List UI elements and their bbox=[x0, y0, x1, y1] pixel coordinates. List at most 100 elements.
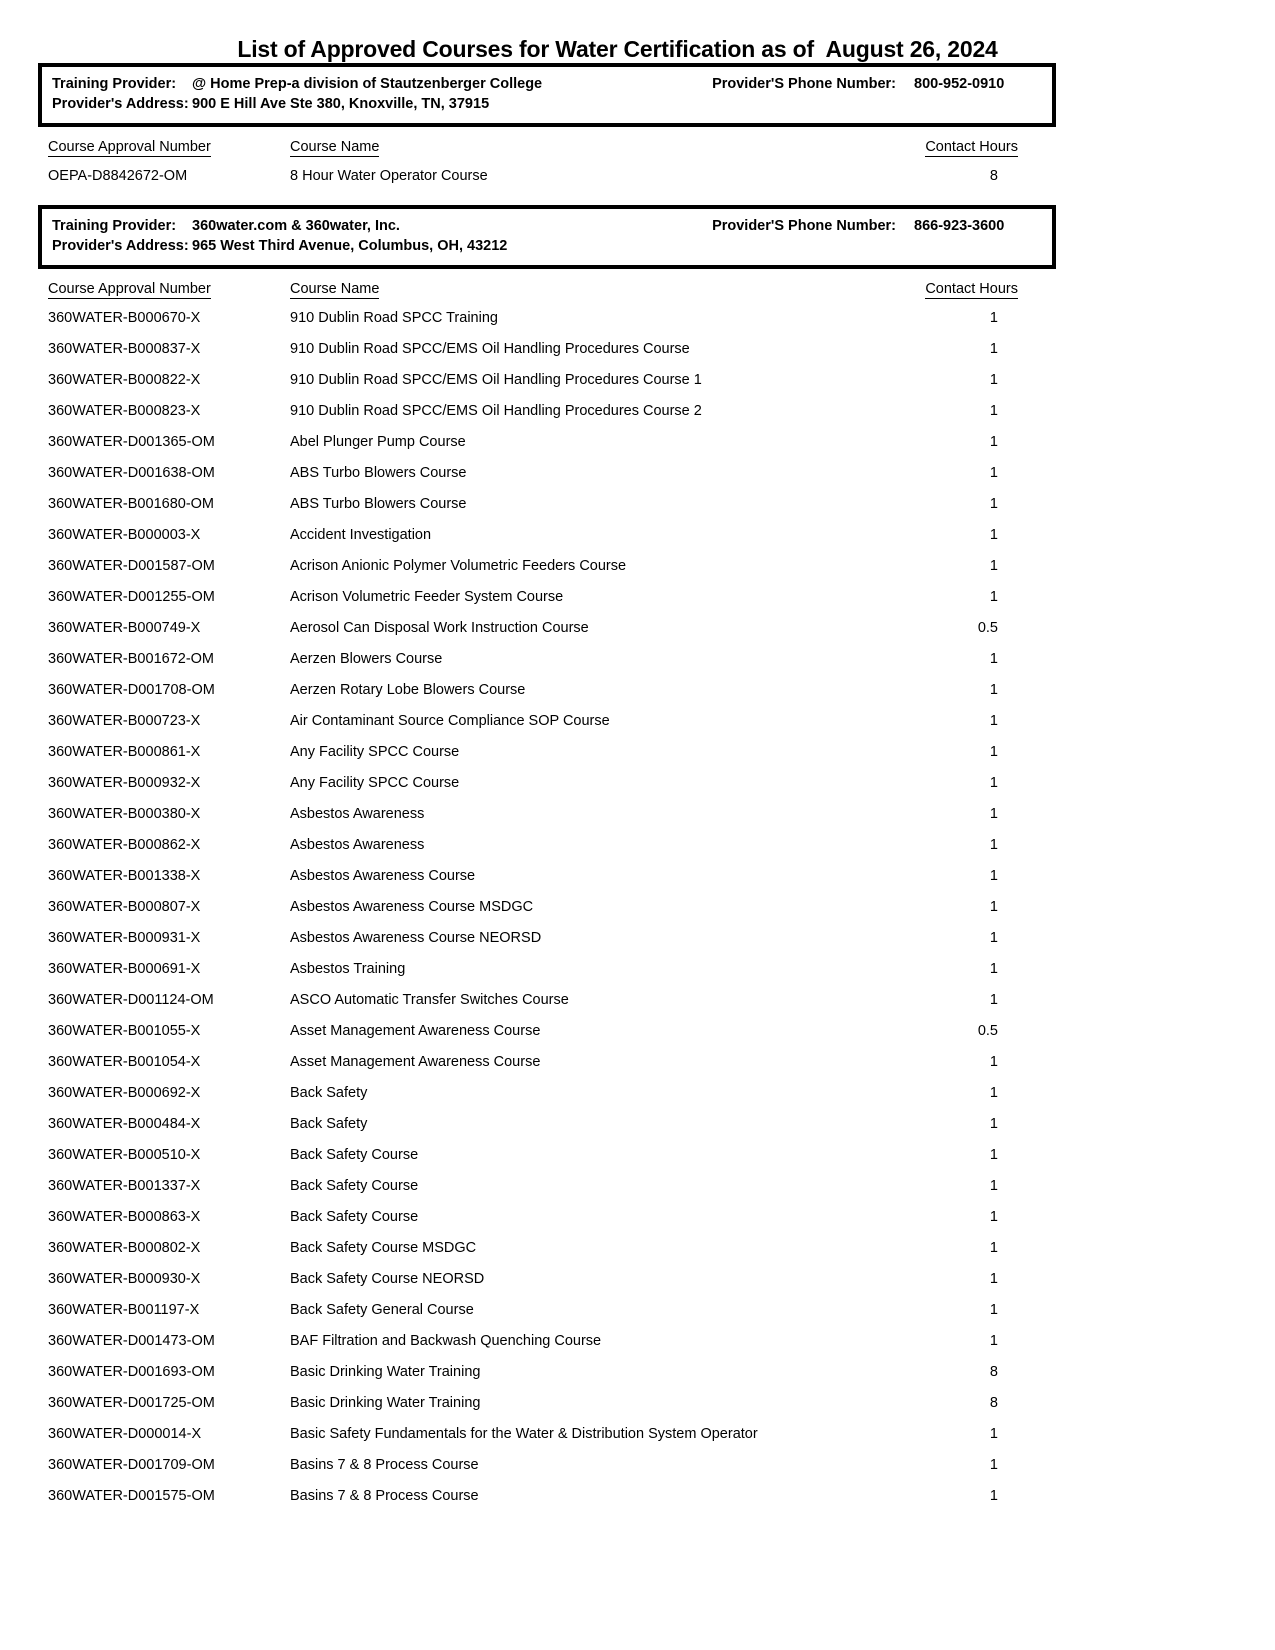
cell-approval-number: 360WATER-D001575-OM bbox=[48, 1487, 215, 1504]
cell-contact-hours: 8 bbox=[989, 167, 998, 184]
table-row: 360WATER-B000802-X Back Safety Course MSD… bbox=[38, 1232, 1056, 1263]
cell-course-name: Back Safety Course bbox=[290, 1208, 419, 1225]
table-row: 360WATER-B000863-X Back Safety Course 1 bbox=[38, 1201, 1056, 1232]
cell-contact-hours: 0.5 bbox=[977, 619, 998, 636]
cell-approval-number: 360WATER-B001672-OM bbox=[48, 650, 215, 667]
table-row: 360WATER-B000807-X Asbestos Awareness Cou… bbox=[38, 891, 1056, 922]
page-title-text: List of Approved Courses for Water Certi… bbox=[237, 36, 998, 67]
table-row: 360WATER-D001255-OM Acrison Volumetric Fe… bbox=[38, 581, 1056, 612]
cell-approval-number: 360WATER-B000692-X bbox=[48, 1084, 201, 1101]
table-row: 360WATER-B000692-X Back Safety 1 bbox=[38, 1077, 1056, 1108]
cell-approval-number: 360WATER-B001054-X bbox=[48, 1053, 201, 1070]
cell-contact-hours: 1 bbox=[989, 1239, 998, 1256]
cell-course-name: Any Facility SPCC Course bbox=[290, 774, 460, 791]
cell-approval-number: 360WATER-B000723-X bbox=[48, 712, 201, 729]
cell-course-name: Basins 7 & 8 Process Course bbox=[290, 1456, 479, 1473]
cell-course-name: Back Safety bbox=[290, 1115, 368, 1132]
table-row: OEPA-D8842672-OM 8 Hour Water Operator Co… bbox=[38, 160, 1056, 191]
cell-contact-hours: 1 bbox=[989, 1456, 998, 1473]
cell-course-name: Basic Drinking Water Training bbox=[290, 1394, 481, 1411]
cell-approval-number: 360WATER-B000822-X bbox=[48, 371, 201, 388]
cell-contact-hours: 1 bbox=[989, 712, 998, 729]
course-table: Course Approval Number Course Name Contact… bbox=[38, 269, 1056, 1511]
cell-approval-number: 360WATER-B001338-X bbox=[48, 867, 201, 884]
cell-contact-hours: 1 bbox=[989, 1084, 998, 1101]
cell-approval-number: 360WATER-B000670-X bbox=[48, 309, 201, 326]
cell-contact-hours: 1 bbox=[989, 960, 998, 977]
table-row: 360WATER-D001725-OM Basic Drinking Water … bbox=[38, 1387, 1056, 1418]
table-row: 360WATER-B000380-X Asbestos Awareness 1 bbox=[38, 798, 1056, 829]
cell-approval-number: 360WATER-B000510-X bbox=[48, 1146, 201, 1163]
cell-course-name: ABS Turbo Blowers Course bbox=[290, 495, 467, 512]
cell-course-name: Back Safety Course NEORSD bbox=[290, 1270, 485, 1287]
cell-approval-number: 360WATER-B000807-X bbox=[48, 898, 201, 915]
cell-course-name: Asbestos Awareness bbox=[290, 805, 425, 822]
cell-approval-number: 360WATER-B001197-X bbox=[48, 1301, 200, 1318]
column-header-contact-hours: Contact Hours bbox=[925, 139, 1018, 157]
cell-contact-hours: 1 bbox=[989, 1425, 998, 1442]
table-row: 360WATER-B000861-X Any Facility SPCC Cour… bbox=[38, 736, 1056, 767]
cell-approval-number: 360WATER-B000863-X bbox=[48, 1208, 201, 1225]
provider-phone-value: 866-923-3600 bbox=[914, 218, 1005, 234]
cell-course-name: Abel Plunger Pump Course bbox=[290, 433, 466, 450]
training-provider-label: Training Provider: bbox=[52, 218, 177, 234]
cell-contact-hours: 8 bbox=[989, 1394, 998, 1411]
cell-course-name: Asbestos Awareness Course bbox=[290, 867, 476, 884]
cell-contact-hours: 1 bbox=[989, 1053, 998, 1070]
page-title: List of Approved Courses for Water Certi… bbox=[0, 0, 1275, 67]
cell-course-name: ASCO Automatic Transfer Switches Course bbox=[290, 991, 569, 1008]
cell-course-name: Acrison Anionic Polymer Volumetric Feede… bbox=[290, 557, 627, 574]
table-row: 360WATER-D000014-X Basic Safety Fundament… bbox=[38, 1418, 1056, 1449]
cell-contact-hours: 1 bbox=[989, 1332, 998, 1349]
cell-course-name: Basic Safety Fundamentals for the Water … bbox=[290, 1425, 758, 1442]
cell-contact-hours: 1 bbox=[989, 774, 998, 791]
cell-approval-number: 360WATER-D001725-OM bbox=[48, 1394, 215, 1411]
cell-approval-number: 360WATER-B000931-X bbox=[48, 929, 201, 946]
cell-course-name: 910 Dublin Road SPCC/EMS Oil Handling Pr… bbox=[290, 402, 702, 419]
provider-address-value: 900 E Hill Ave Ste 380, Knoxville, TN, 3… bbox=[192, 95, 490, 112]
table-row: 360WATER-B001680-OM ABS Turbo Blowers Cou… bbox=[38, 488, 1056, 519]
table-header-row: Course Approval Number Course Name Contact… bbox=[38, 127, 1056, 160]
cell-course-name: Back Safety Course MSDGC bbox=[290, 1239, 477, 1256]
cell-approval-number: 360WATER-B000484-X bbox=[48, 1115, 201, 1132]
cell-contact-hours: 1 bbox=[989, 1208, 998, 1225]
provider-address-value: 965 West Third Avenue, Columbus, OH, 432… bbox=[192, 237, 508, 254]
table-row: 360WATER-D001575-OM Basins 7 & 8 Process … bbox=[38, 1480, 1056, 1511]
cell-contact-hours: 1 bbox=[989, 433, 998, 450]
cell-course-name: Acrison Volumetric Feeder System Course bbox=[290, 588, 564, 605]
cell-course-name: Asbestos Awareness bbox=[290, 836, 425, 853]
cell-approval-number: 360WATER-D001709-OM bbox=[48, 1456, 215, 1473]
cell-course-name: Basins 7 & 8 Process Course bbox=[290, 1487, 479, 1504]
cell-course-name: Air Contaminant Source Compliance SOP Co… bbox=[290, 712, 610, 729]
table-row: 360WATER-B000822-X 910 Dublin Road SPCC/E… bbox=[38, 364, 1056, 395]
cell-contact-hours: 1 bbox=[989, 867, 998, 884]
table-row: 360WATER-B000931-X Asbestos Awareness Cou… bbox=[38, 922, 1056, 953]
cell-course-name: Aerosol Can Disposal Work Instruction Co… bbox=[290, 619, 589, 636]
cell-course-name: Back Safety bbox=[290, 1084, 368, 1101]
column-header-approval-number: Course Approval Number bbox=[48, 281, 211, 299]
table-row: 360WATER-D001638-OM ABS Turbo Blowers Cou… bbox=[38, 457, 1056, 488]
provider-address-label: Provider's Address: bbox=[52, 237, 189, 254]
cell-contact-hours: 1 bbox=[989, 588, 998, 605]
table-row: 360WATER-B000003-X Accident Investigation… bbox=[38, 519, 1056, 550]
table-row: 360WATER-B000932-X Any Facility SPCC Cour… bbox=[38, 767, 1056, 798]
provider-phone-label: Provider'S Phone Number: bbox=[712, 218, 896, 234]
column-header-course-name: Course Name bbox=[290, 139, 380, 157]
table-row: 360WATER-B000862-X Asbestos Awareness 1 bbox=[38, 829, 1056, 860]
provider-phone-label: Provider'S Phone Number: bbox=[712, 76, 896, 92]
cell-approval-number: 360WATER-D000014-X bbox=[48, 1425, 202, 1442]
cell-contact-hours: 1 bbox=[989, 464, 998, 481]
cell-approval-number: 360WATER-B000003-X bbox=[48, 526, 201, 543]
cell-contact-hours: 1 bbox=[989, 309, 998, 326]
cell-approval-number: 360WATER-D001587-OM bbox=[48, 557, 215, 574]
cell-contact-hours: 1 bbox=[989, 1177, 998, 1194]
cell-contact-hours: 1 bbox=[989, 929, 998, 946]
table-row: 360WATER-B001672-OM Aerzen Blowers Course… bbox=[38, 643, 1056, 674]
column-header-course-name: Course Name bbox=[290, 281, 380, 299]
cell-approval-number: 360WATER-D001365-OM bbox=[48, 433, 215, 450]
table-row: 360WATER-B001337-X Back Safety Course 1 bbox=[38, 1170, 1056, 1201]
table-row: 360WATER-B001338-X Asbestos Awareness Cou… bbox=[38, 860, 1056, 891]
cell-contact-hours: 1 bbox=[989, 526, 998, 543]
cell-course-name: Asbestos Training bbox=[290, 960, 406, 977]
